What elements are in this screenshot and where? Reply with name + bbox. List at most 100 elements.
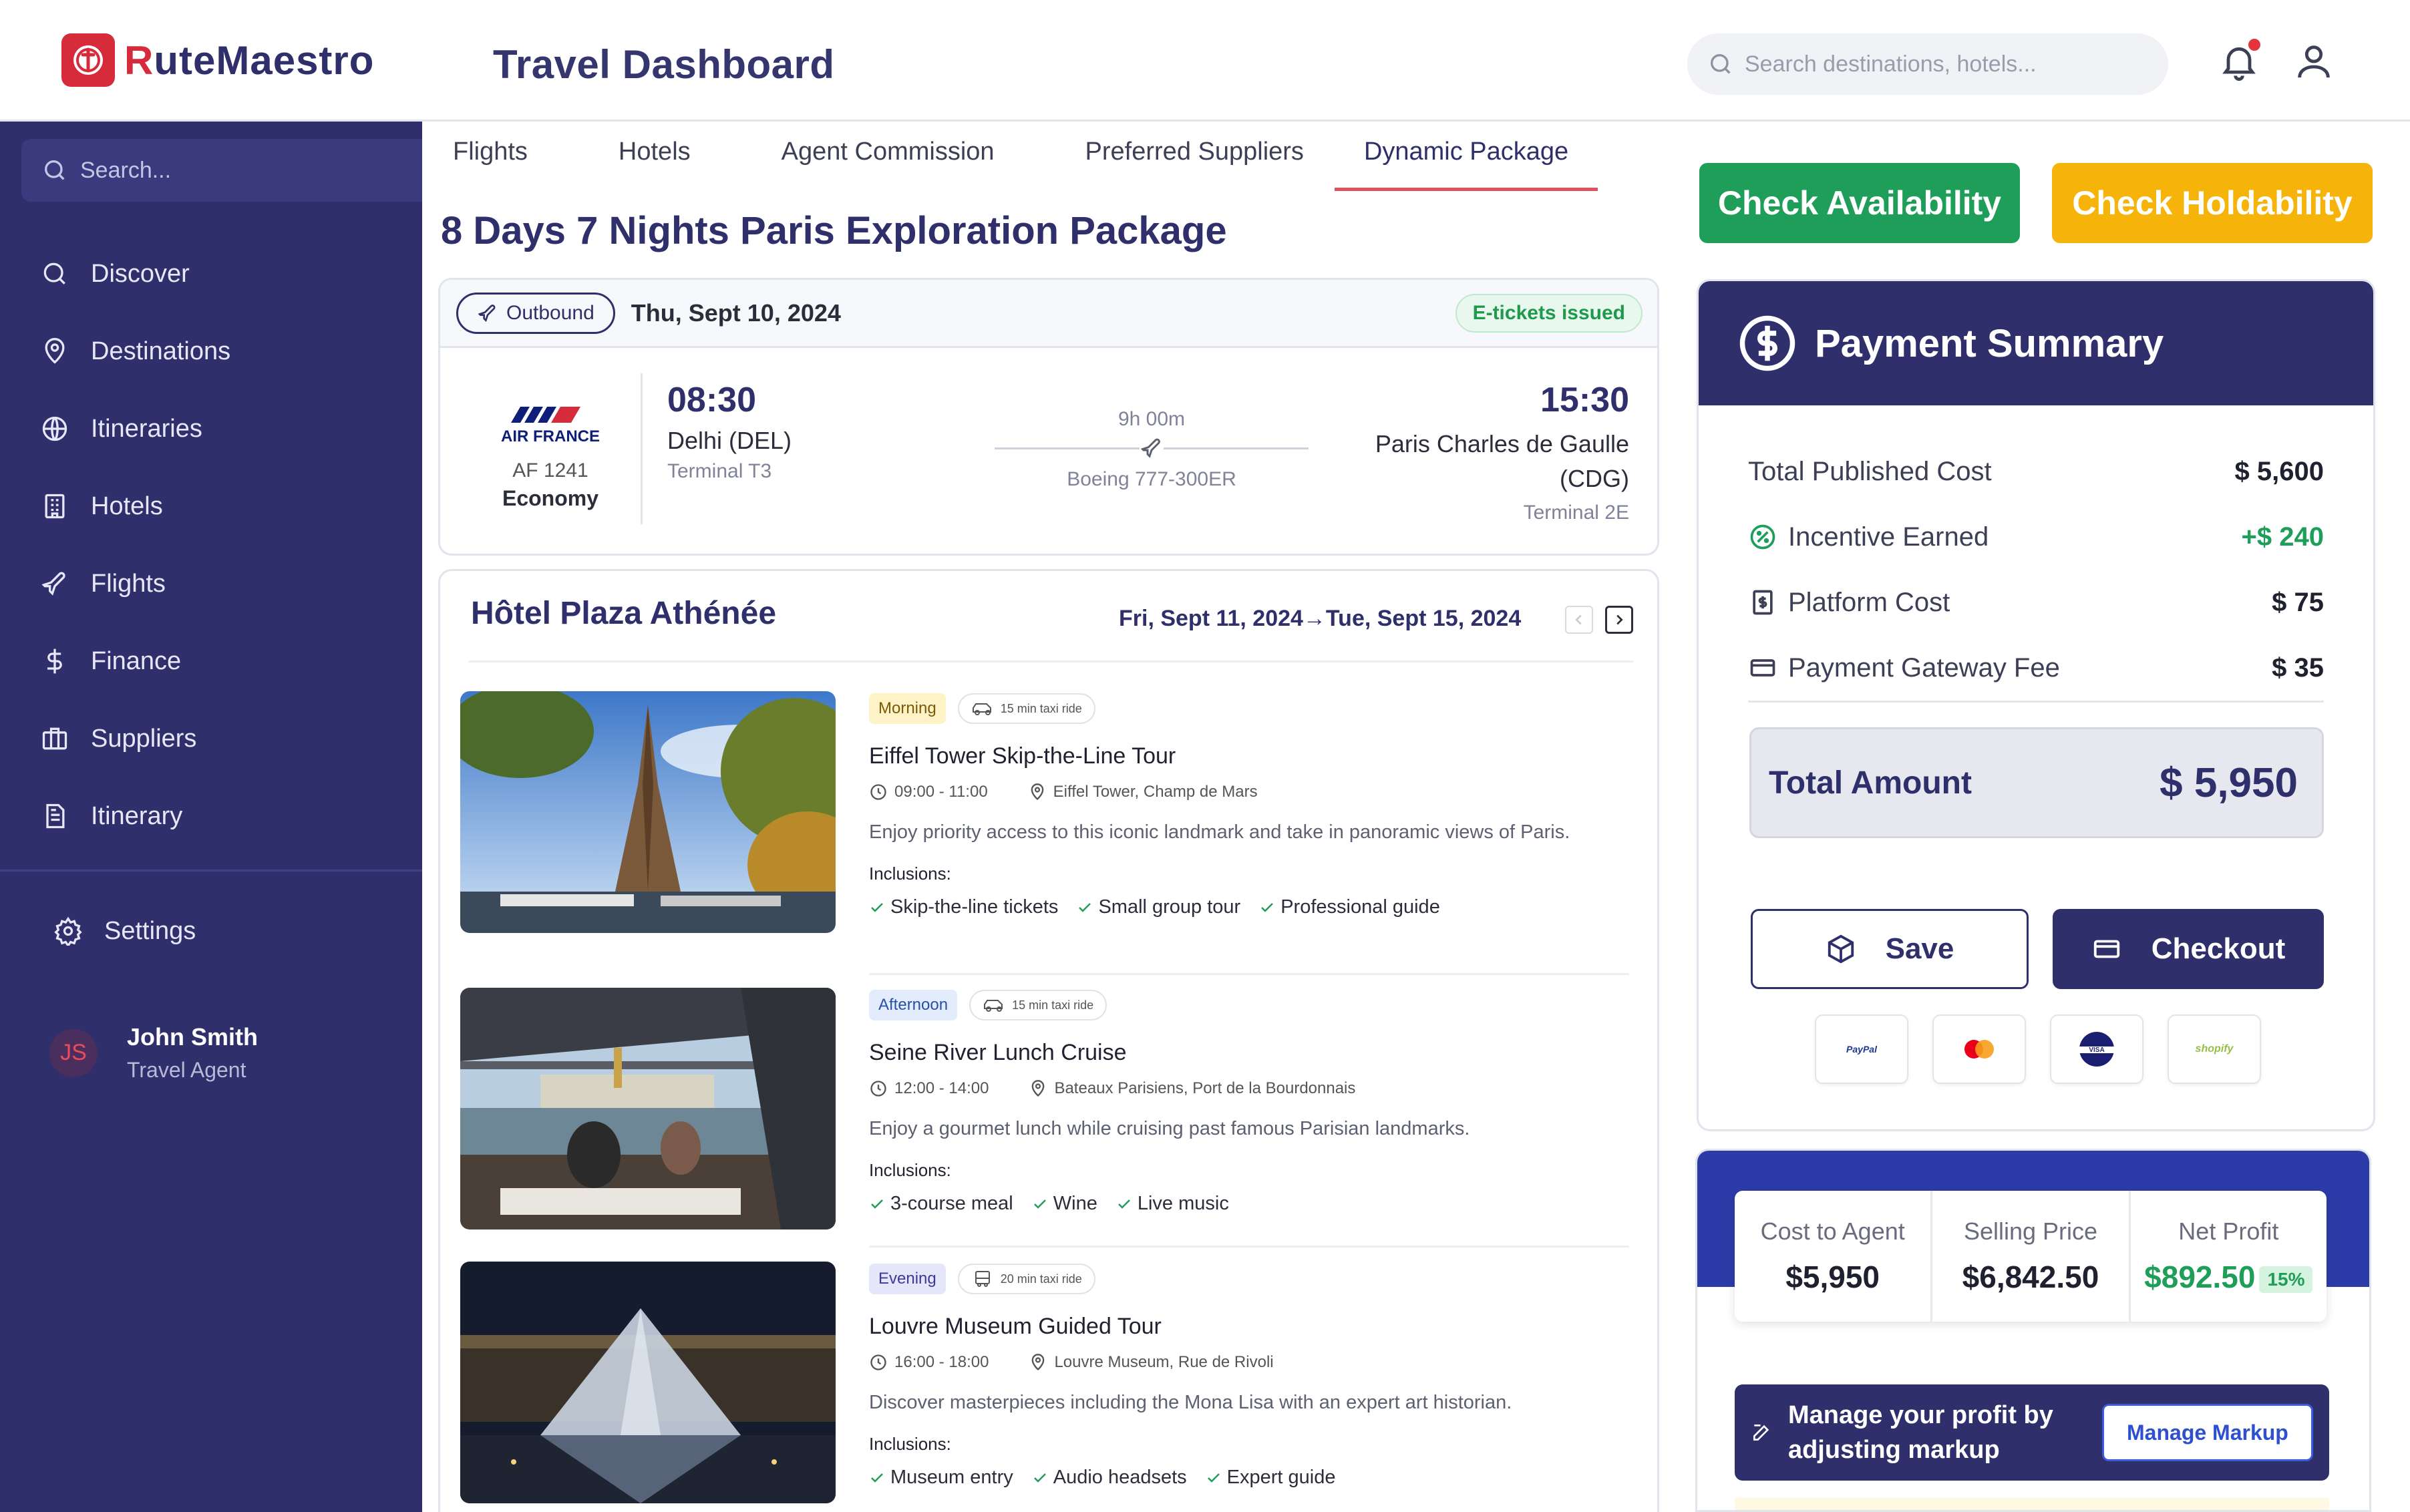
activity-description: Enjoy priority access to this iconic lan… xyxy=(869,821,1570,843)
sidebar-search[interactable] xyxy=(21,139,422,202)
activity-time: 16:00 - 18:00 xyxy=(894,1353,989,1371)
profit-card: Cost to Agent $5,950 Selling Price $6,84… xyxy=(1695,1149,2371,1512)
sidebar-item-itineraries[interactable]: Itineraries xyxy=(0,390,422,467)
inclusion-item: Small group tour xyxy=(1077,896,1240,918)
sidebar-item-discover[interactable]: Discover xyxy=(0,235,422,313)
check-icon xyxy=(1033,1199,1046,1209)
departure-city: Delhi (DEL) xyxy=(667,427,792,454)
arrival-info: 15:30 Paris Charles de Gaulle (CDG) Termi… xyxy=(1375,380,1629,524)
tab-preferred-suppliers[interactable]: Preferred Suppliers xyxy=(1085,122,1304,191)
divider xyxy=(869,1246,1629,1248)
activity-location: Eiffel Tower, Champ de Mars xyxy=(1053,783,1258,801)
visa-icon[interactable]: VISA xyxy=(2050,1014,2143,1084)
building-icon xyxy=(45,494,65,519)
sidebar-item-suppliers[interactable]: Suppliers xyxy=(0,700,422,777)
chevron-right-icon xyxy=(1616,614,1623,625)
svg-text:AIR FRANCE: AIR FRANCE xyxy=(501,427,600,445)
tab-dynamic-package[interactable]: Dynamic Package xyxy=(1334,122,1598,191)
payment-methods: PayPal VISA shopify xyxy=(1815,1014,2285,1084)
global-search[interactable] xyxy=(1687,33,2168,95)
inclusion-item: Expert guide xyxy=(1206,1467,1336,1489)
aircraft-type: Boeing 777-300ER xyxy=(1067,468,1236,490)
departure-info: 08:30 Delhi (DEL) Terminal T3 xyxy=(667,380,792,483)
markup-banner: Manage your profit by adjusting markup M… xyxy=(1735,1384,2329,1481)
sidebar-item-itinerary[interactable]: Itinerary xyxy=(0,777,422,855)
inclusions-list: 3-course meal Wine Live music xyxy=(869,1193,1617,1215)
inclusions-list: Skip-the-line tickets Small group tour P… xyxy=(869,896,1617,918)
payment-summary-card: Payment Summary Total Published Cost $ 5… xyxy=(1697,279,2375,1131)
svg-text:VISA: VISA xyxy=(2089,1047,2104,1054)
tab-agent-commission[interactable]: Agent Commission xyxy=(782,122,995,191)
sidebar-item-label: Discover xyxy=(91,259,190,288)
inclusion-item: Wine xyxy=(1032,1193,1097,1215)
payment-row-gateway-fee: Payment Gateway Fee $ 35 xyxy=(1748,635,2324,701)
plane-icon xyxy=(41,572,65,596)
user-role: Travel Agent xyxy=(127,1058,246,1082)
tab-flights[interactable]: Flights xyxy=(453,122,528,191)
sidebar-item-settings[interactable]: Settings xyxy=(53,916,196,946)
save-button[interactable]: Save xyxy=(1751,909,2029,989)
flight-duration: 9h 00m xyxy=(1117,408,1186,430)
seine-cruise-image xyxy=(460,988,836,1230)
previous-day-button[interactable] xyxy=(1565,606,1593,634)
flight-route: 9h 00m Boeing 777-300ER xyxy=(995,408,1309,491)
total-amount-label: Total Amount xyxy=(1769,765,1972,801)
paypal-icon[interactable]: PayPal xyxy=(1815,1014,1908,1084)
sidebar-nav: Discover Destinations Itineraries Hotels… xyxy=(0,235,422,855)
top-bar: RuteMaestro Travel Dashboard xyxy=(0,0,2410,122)
mastercard-icon[interactable] xyxy=(1932,1014,2026,1084)
check-availability-button[interactable]: Check Availability xyxy=(1699,163,2020,243)
time-slot-badge: Afternoon xyxy=(869,990,958,1020)
shopify-icon[interactable]: shopify xyxy=(2168,1014,2261,1084)
percent-badge-icon xyxy=(1750,524,1775,550)
sidebar-item-label: Itineraries xyxy=(91,414,202,443)
sidebar-item-hotels[interactable]: Hotels xyxy=(0,467,422,545)
tab-hotels[interactable]: Hotels xyxy=(619,122,691,191)
total-amount-box: Total Amount $ 5,950 xyxy=(1749,727,2324,838)
document-icon xyxy=(46,803,65,829)
activity-time: 12:00 - 14:00 xyxy=(894,1079,989,1097)
cabin-class: Economy xyxy=(502,486,599,510)
payment-row-platform-cost: Platform Cost $ 75 xyxy=(1748,570,2324,635)
brand-logo[interactable]: RuteMaestro xyxy=(61,33,374,87)
search-icon xyxy=(43,262,65,285)
settings-label: Settings xyxy=(104,916,196,945)
dollar-circle-icon xyxy=(1739,315,1795,371)
stat-net-profit: Net Profit $892.50 15% xyxy=(2128,1191,2327,1322)
user-profile[interactable]: JS John Smith Travel Agent xyxy=(49,1023,258,1083)
divider xyxy=(641,373,643,524)
inclusions-label: Inclusions: xyxy=(869,1160,951,1180)
sidebar: Discover Destinations Itineraries Hotels… xyxy=(0,122,422,1512)
notification-dot xyxy=(2248,39,2260,51)
sidebar-item-label: Finance xyxy=(91,646,182,675)
inclusion-item: Audio headsets xyxy=(1032,1467,1187,1489)
profit-stats: Cost to Agent $5,950 Selling Price $6,84… xyxy=(1735,1191,2327,1322)
sidebar-search-input[interactable] xyxy=(80,157,401,184)
user-profile-icon[interactable] xyxy=(2292,40,2335,83)
global-search-input[interactable] xyxy=(1745,51,2145,77)
arrival-time: 15:30 xyxy=(1540,381,1629,419)
next-day-button[interactable] xyxy=(1605,606,1633,634)
avatar: JS xyxy=(49,1028,98,1077)
check-holdability-button[interactable]: Check Holdability xyxy=(2052,163,2373,243)
sidebar-item-destinations[interactable]: Destinations xyxy=(0,313,422,390)
time-slot-badge: Evening xyxy=(869,1264,946,1294)
map-pin-icon xyxy=(1031,783,1044,801)
sidebar-item-finance[interactable]: Finance xyxy=(0,622,422,700)
logo-mark-icon xyxy=(61,33,115,87)
flight-card-header: Outbound Thu, Sept 10, 2024 E-tickets is… xyxy=(440,280,1657,348)
checkout-button[interactable]: Checkout xyxy=(2053,909,2324,989)
sidebar-item-flights[interactable]: Flights xyxy=(0,545,422,622)
inclusion-item: Museum entry xyxy=(869,1467,1013,1489)
manage-markup-button[interactable]: Manage Markup xyxy=(2101,1404,2313,1461)
brand-name: RuteMaestro xyxy=(124,37,375,83)
profit-card-footer xyxy=(1735,1498,2329,1510)
inclusion-item: 3-course meal xyxy=(869,1193,1013,1215)
airline-info: AIR FRANCE AF 1241 Economy xyxy=(480,404,621,511)
arrival-terminal: Terminal 2E xyxy=(1523,502,1629,524)
time-slot-badge: Morning xyxy=(869,693,946,724)
payment-summary-title: Payment Summary xyxy=(1815,321,2164,365)
departure-time: 08:30 xyxy=(667,381,756,419)
check-icon xyxy=(1261,902,1274,912)
inclusions-label: Inclusions: xyxy=(869,1434,951,1454)
